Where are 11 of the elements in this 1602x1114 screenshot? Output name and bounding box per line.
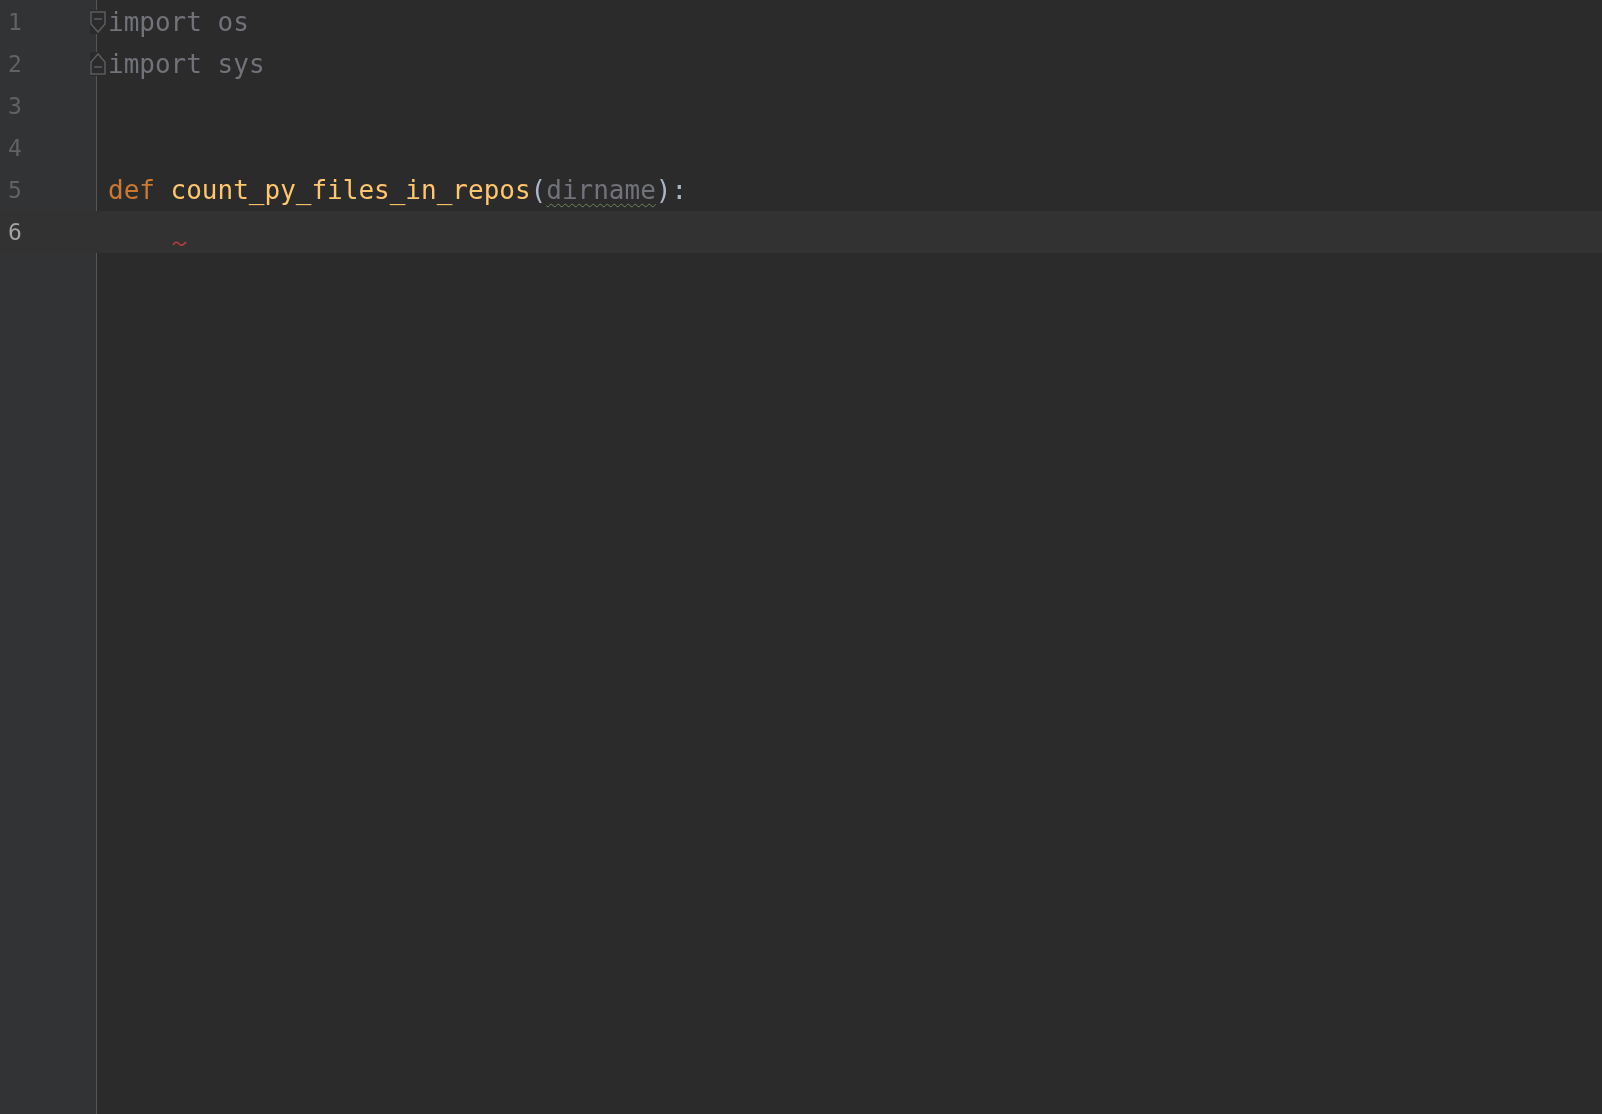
fold-end-icon[interactable]: [90, 52, 106, 76]
code-token: def: [108, 175, 155, 205]
error-squiggle-icon: [172, 239, 188, 247]
code-token: dirname: [546, 175, 656, 205]
code-token: import sys: [108, 49, 265, 79]
fold-collapse-icon[interactable]: [90, 10, 106, 34]
code-token: ):: [655, 175, 688, 205]
line-number: 6: [7, 219, 23, 245]
code-token: count_py_files_in_repos: [170, 175, 531, 205]
code-token: (: [530, 175, 547, 205]
code-token: import os: [108, 7, 249, 37]
